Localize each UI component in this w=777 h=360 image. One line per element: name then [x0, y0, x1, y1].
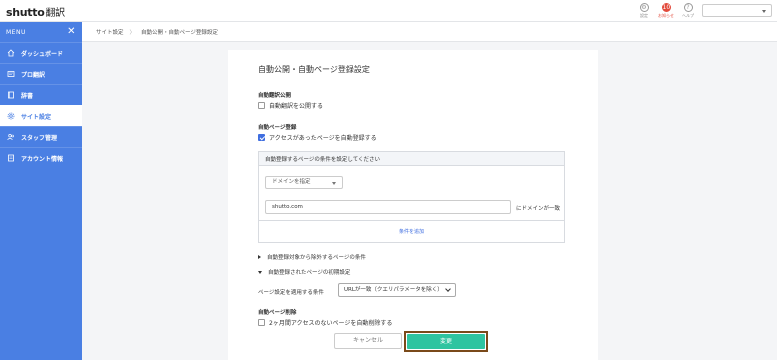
close-icon[interactable]: ✕	[67, 27, 76, 37]
dictionary-icon	[7, 91, 15, 99]
initial-settings-toggle[interactable]: 自動登録されたページの初期設定	[258, 268, 350, 276]
staff-icon	[7, 133, 15, 141]
sidebar: MENU ✕ ダッシュボード プロ翻訳 辞書 サイト設定 スタッフ管理 アカウン…	[0, 22, 82, 360]
page-setting-label: ページ設定を適用する条件	[258, 290, 324, 296]
initial-settings-label: 自動登録されたページの初期設定	[268, 270, 351, 276]
domain-input[interactable]: shutto.com	[265, 200, 511, 214]
sidebar-item-dashboard[interactable]: ダッシュボード	[0, 42, 82, 63]
settings-icon-button[interactable]: ⚙ 設定	[634, 3, 654, 19]
exclude-conditions-label: 自動登録対象から除外するページの条件	[267, 255, 366, 261]
auto-publish-heading: 自動翻訳公開	[258, 93, 292, 99]
help-icon: ?	[683, 3, 693, 12]
breadcrumb-separator: 〉	[129, 29, 136, 36]
sidebar-item-label: スタッフ管理	[21, 134, 58, 142]
auto-publish-checkbox-row[interactable]: 自動翻訳を公開する	[258, 101, 323, 110]
save-button[interactable]: 変更	[407, 334, 485, 349]
auto-publish-label: 自動翻訳を公開する	[269, 103, 324, 110]
auto-publish-checkbox[interactable]	[258, 102, 265, 109]
sidebar-item-dictionary[interactable]: 辞書	[0, 84, 82, 105]
sidebar-item-label: ダッシュボード	[21, 50, 64, 58]
add-condition-link[interactable]: 条件を追加	[259, 228, 564, 235]
pro-translate-icon	[7, 70, 15, 78]
site-select[interactable]	[702, 4, 772, 17]
menu-label: MENU	[6, 28, 26, 36]
caret-down-icon	[258, 270, 262, 274]
condition-box-heading: 自動登録するページの条件を設定してください	[259, 152, 564, 166]
exclude-conditions-toggle[interactable]: 自動登録対象から除外するページの条件	[258, 253, 366, 261]
sidebar-item-staff[interactable]: スタッフ管理	[0, 126, 82, 147]
cancel-button[interactable]: キャンセル	[334, 333, 402, 349]
page-title: 自動公開・自動ページ登録設定	[258, 65, 370, 74]
settings-label: 設定	[640, 13, 648, 18]
help-label: ヘルプ	[682, 13, 694, 18]
auto-register-checkbox-row[interactable]: アクセスがあったページを自動登録する	[258, 133, 377, 142]
sidebar-item-account[interactable]: アカウント情報	[0, 147, 82, 168]
breadcrumb: サイト設定 〉 自動公開・自動ページ登録設定	[82, 22, 777, 42]
notice-icon-button[interactable]: 10 お知らせ	[656, 3, 676, 19]
gear-icon	[7, 112, 15, 120]
auto-register-heading: 自動ページ登録	[258, 125, 297, 131]
sidebar-item-label: サイト設定	[21, 113, 52, 121]
sidebar-item-pro-translate[interactable]: プロ翻訳	[0, 63, 82, 84]
sidebar-item-label: 辞書	[21, 92, 34, 100]
home-icon	[7, 49, 15, 57]
settings-card: 自動公開・自動ページ登録設定 自動翻訳公開 自動翻訳を公開する 自動ページ登録 …	[228, 50, 598, 360]
auto-delete-checkbox[interactable]	[258, 319, 265, 326]
app-logo[interactable]: shutto翻訳	[6, 4, 65, 19]
notice-icon: 10	[661, 3, 671, 12]
notice-label: お知らせ	[658, 13, 674, 18]
settings-icon: ⚙	[639, 3, 649, 12]
domain-match-suffix: にドメインが一致	[516, 206, 561, 212]
url-match-select[interactable]: URLが一致（クエリパラメータを除く）	[338, 283, 456, 297]
auto-register-label: アクセスがあったページを自動登録する	[269, 135, 377, 142]
auto-delete-heading: 自動ページ削除	[258, 310, 297, 316]
help-icon-button[interactable]: ? ヘルプ	[678, 3, 698, 19]
save-button-focus-ring: 変更	[404, 331, 488, 352]
auto-delete-checkbox-row[interactable]: 2ヶ月間アクセスのないページを自動削除する	[258, 318, 392, 327]
sidebar-item-label: プロ翻訳	[21, 71, 46, 79]
menu-header: MENU ✕	[0, 22, 82, 42]
sidebar-item-site-settings[interactable]: サイト設定	[0, 105, 82, 126]
logo-jp: 翻訳	[45, 8, 65, 19]
logo-brand: shutto	[6, 6, 45, 19]
auto-delete-label: 2ヶ月間アクセスのないページを自動削除する	[269, 320, 393, 327]
condition-box: 自動登録するページの条件を設定してください ドメインを指定 shutto.com…	[258, 151, 565, 243]
breadcrumb-item-current: 自動公開・自動ページ登録設定	[141, 29, 218, 36]
auto-register-checkbox[interactable]	[258, 134, 265, 141]
domain-select[interactable]: ドメインを指定	[265, 176, 343, 189]
top-bar: shutto翻訳 ⚙ 設定 10 お知らせ ? ヘルプ	[0, 0, 777, 22]
account-icon	[7, 154, 15, 162]
caret-right-icon	[258, 255, 261, 259]
breadcrumb-item-site-settings[interactable]: サイト設定	[96, 28, 124, 36]
sidebar-item-label: アカウント情報	[21, 155, 64, 163]
condition-divider	[259, 220, 564, 221]
